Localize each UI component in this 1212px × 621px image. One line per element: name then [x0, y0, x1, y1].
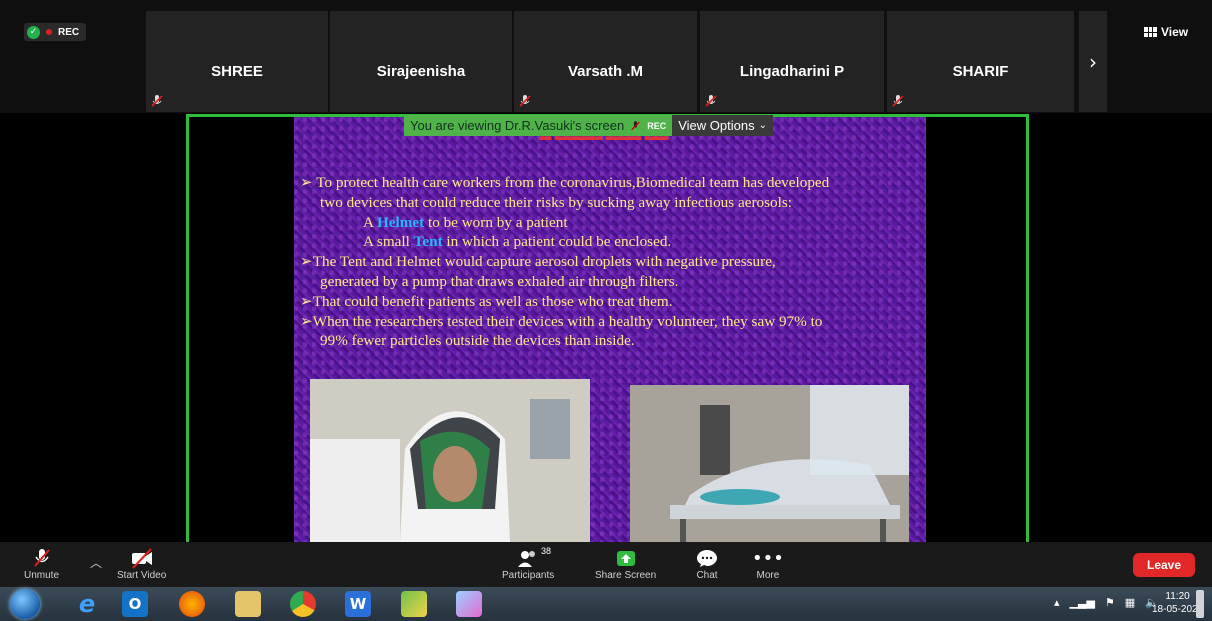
video-off-icon [131, 548, 152, 569]
share-screen-icon [616, 551, 635, 566]
file-explorer-icon[interactable] [235, 591, 261, 617]
view-button[interactable]: View [1144, 22, 1188, 42]
helmet-keyword: Helmet [376, 213, 425, 231]
chevron-right-icon: › [1089, 49, 1097, 74]
show-desktop-button[interactable] [1196, 590, 1204, 618]
participant-name: Sirajeenisha [376, 63, 466, 80]
participant-tile[interactable]: SHARIF [887, 11, 1074, 112]
slide-text: A small [363, 233, 414, 251]
participants-label: Participants [502, 570, 555, 581]
start-video-label: Start Video [117, 570, 167, 581]
view-label: View [1161, 25, 1189, 39]
view-options-label: View Options [678, 118, 755, 133]
mic-muted-icon [705, 95, 717, 107]
chat-icon [697, 550, 717, 567]
signal-icon[interactable]: ▁▃▅ [1070, 596, 1095, 609]
word-icon[interactable]: W [345, 591, 371, 617]
rec-dot-icon [46, 29, 52, 35]
participant-name: Lingadharini P [739, 63, 845, 80]
participant-tile[interactable]: Lingadharini P [700, 11, 884, 112]
slide-line: That could benefit patients as well as t… [312, 292, 673, 310]
participant-strip: ✓ REC SHREE Sirajeenisha Varsath .M Ling… [0, 0, 1212, 113]
meeting-toolbar: Unmute ︿ Start Video Participants Share … [0, 542, 1212, 587]
rec-label: REC [647, 120, 667, 131]
flag-icon[interactable]: ⚑ [1105, 596, 1115, 609]
slide-line: When the researchers tested their device… [312, 312, 823, 330]
internet-explorer-icon[interactable]: e [74, 590, 100, 618]
helmet-photo [310, 379, 590, 542]
leave-button[interactable]: Leave [1133, 553, 1195, 577]
paint-icon[interactable] [456, 591, 482, 617]
slide-text: A [363, 213, 377, 231]
firefox-icon[interactable] [179, 591, 205, 617]
viewing-banner: You are viewing Dr.R.Vasuki's screen REC [404, 115, 673, 136]
start-video-button[interactable]: Start Video [117, 546, 166, 581]
shield-check-icon: ✓ [27, 25, 40, 39]
slide-text: to be worn by a patient [424, 213, 568, 231]
slide-line: The Tent and Helmet would capture aeroso… [312, 253, 776, 271]
more-button[interactable]: ••• More [752, 546, 784, 582]
share-screen-button[interactable]: Share Screen [595, 546, 656, 581]
gallery-grid-icon [1144, 27, 1157, 37]
participant-tile[interactable]: Varsath .M [514, 11, 697, 112]
chrome-icon[interactable] [290, 591, 316, 617]
rec-label: REC [58, 26, 80, 38]
audio-options-chevron-icon[interactable]: ︿ [90, 554, 102, 571]
mic-muted-icon [33, 549, 50, 567]
participant-name: SHARIF [952, 63, 1009, 80]
participants-count: 38 [541, 546, 552, 556]
chat-button[interactable]: Chat [694, 546, 720, 581]
network-icon[interactable]: ▦ [1125, 596, 1135, 609]
slide-line: To protect health care workers from the … [316, 174, 830, 191]
more-dots-icon: ••• [752, 547, 784, 569]
slide-text: in which a patient could be enclosed. [442, 233, 672, 251]
windows-start-button[interactable] [10, 589, 40, 619]
share-screen-label: Share Screen [595, 570, 657, 581]
slide-line: 99% fewer particles outside the devices … [320, 332, 635, 350]
unmute-button[interactable]: Unmute [24, 546, 59, 581]
mic-muted-icon [892, 95, 904, 107]
more-label: More [756, 570, 780, 581]
participants-icon [518, 551, 536, 567]
tent-keyword: Tent [413, 233, 443, 251]
participant-tile[interactable]: Sirajeenisha [330, 11, 512, 112]
outlook-icon[interactable]: O [122, 591, 148, 617]
participant-tile[interactable]: SHREE [146, 11, 328, 112]
chevron-down-icon: ⌄ [758, 120, 767, 131]
participant-name: SHREE [211, 63, 263, 80]
share-banner: You are viewing Dr.R.Vasuki's screen REC… [404, 115, 773, 136]
mic-muted-icon [151, 95, 163, 107]
tent-photo [630, 385, 909, 542]
system-tray: ▴ ▁▃▅ ⚑ ▦ 🔈 [1054, 596, 1159, 609]
show-hidden-icons-icon[interactable]: ▴ [1054, 596, 1060, 609]
unmute-label: Unmute [24, 570, 60, 581]
viewing-text: You are viewing Dr.R.Vasuki's screen [410, 118, 625, 133]
security-rec-badge[interactable]: ✓ REC [24, 23, 87, 41]
participant-name: Varsath .M [567, 63, 644, 80]
slide-line: generated by a pump that draws exhaled a… [320, 272, 679, 290]
chat-label: Chat [696, 570, 718, 581]
slide-line: two devices that could reduce their risk… [320, 193, 792, 211]
mic-muted-icon [631, 120, 641, 130]
photo-gallery-icon[interactable] [401, 591, 427, 617]
presentation-slide: ▬ ▬▬▬▬ ▬▬▬ ▬▬ ➢ To protect health care w… [294, 117, 926, 542]
shared-screen: ▬ ▬▬▬▬ ▬▬▬ ▬▬ ➢ To protect health care w… [186, 114, 1029, 542]
mic-muted-icon [519, 95, 531, 107]
windows-taskbar: e O W ▴ ▁▃▅ ⚑ ▦ 🔈 11:20 18-05-2021 [0, 587, 1212, 621]
slide-body: ➢ To protect health care workers from th… [300, 173, 922, 351]
view-options-button[interactable]: View Options ⌄ [672, 115, 773, 136]
next-page-button[interactable]: › [1079, 11, 1107, 112]
